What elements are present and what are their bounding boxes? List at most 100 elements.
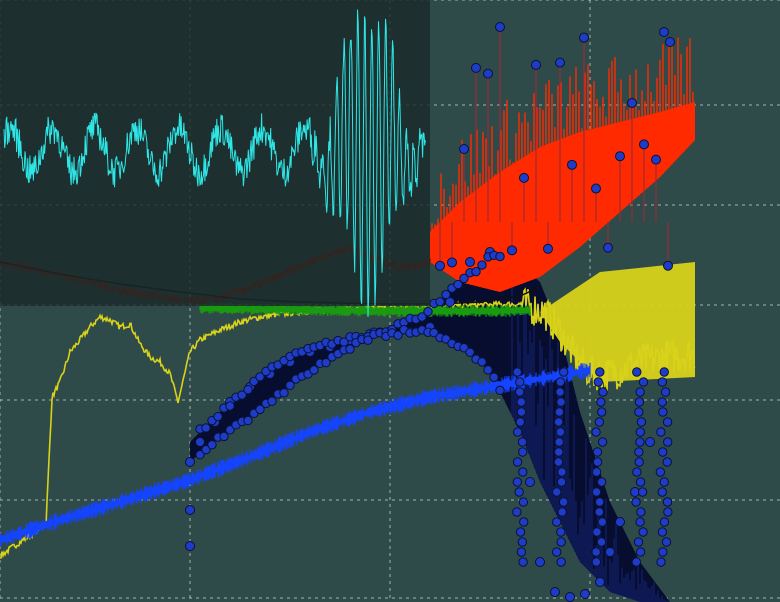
column-marker (658, 547, 668, 557)
scatter-marker-19 (535, 557, 545, 567)
column-marker (556, 537, 566, 547)
column-marker (555, 377, 566, 387)
stem-marker (579, 32, 589, 43)
column-marker (518, 557, 528, 567)
stem-marker (567, 159, 577, 170)
column-marker (656, 427, 666, 437)
column-marker (636, 507, 646, 517)
column-marker (596, 407, 607, 417)
scatter-marker-22 (580, 589, 590, 599)
column-marker (594, 497, 605, 507)
edge-marker-lower (207, 440, 217, 450)
edge-marker-upper (213, 411, 223, 422)
column-marker (556, 397, 566, 407)
stem-marker (603, 242, 613, 253)
edge-marker-lower (219, 431, 229, 442)
stem-marker (543, 243, 553, 254)
column-marker (635, 387, 645, 397)
column-marker (635, 547, 646, 557)
column-marker (557, 507, 567, 517)
column-marker (512, 457, 523, 467)
column-marker (512, 427, 523, 437)
column-marker (558, 497, 569, 507)
scatter-marker-28 (659, 27, 669, 37)
column-marker (519, 517, 529, 527)
chart-canvas (0, 0, 780, 602)
column-marker (514, 487, 524, 497)
column-marker (593, 377, 604, 387)
column-marker (597, 437, 608, 447)
column-marker (554, 407, 565, 417)
column-marker (512, 367, 522, 377)
scatter-marker-30 (185, 505, 195, 515)
column-marker (551, 517, 562, 527)
column-marker (635, 427, 646, 437)
column-marker (517, 437, 528, 447)
column-marker (556, 477, 567, 487)
stem-marker (555, 57, 565, 68)
stem-marker (435, 260, 445, 271)
stem-marker (459, 144, 469, 155)
column-marker (658, 447, 668, 457)
stem-marker (663, 260, 673, 271)
column-marker (515, 417, 525, 427)
column-marker (659, 517, 670, 527)
edge-marker-upper (435, 297, 445, 307)
edge-marker-upper (495, 251, 505, 262)
column-marker (592, 447, 603, 457)
scatter-marker-21 (565, 592, 575, 602)
stem-marker (591, 183, 601, 194)
stem-marker (627, 97, 637, 108)
column-marker (591, 427, 601, 437)
stem-marker (531, 59, 541, 70)
column-marker (598, 387, 608, 397)
column-marker (634, 457, 644, 467)
column-marker (591, 487, 602, 497)
edge-marker-lower (279, 388, 289, 398)
column-marker (591, 557, 602, 567)
edge-marker-lower (477, 357, 487, 367)
column-marker (592, 457, 603, 467)
scatter-marker-18 (525, 477, 535, 487)
column-marker (556, 557, 566, 567)
scatter-marker-24 (605, 547, 615, 557)
column-marker (632, 467, 642, 477)
column-marker (554, 447, 564, 457)
column-marker (591, 467, 602, 477)
column-marker (662, 457, 672, 467)
stem-marker (483, 68, 493, 79)
column-marker (635, 477, 646, 487)
column-marker (659, 477, 669, 487)
edge-marker-lower (309, 365, 319, 375)
column-marker (555, 427, 566, 437)
edge-marker-lower (483, 365, 493, 375)
column-marker (594, 417, 605, 427)
column-marker (515, 527, 526, 537)
edge-marker-lower (243, 415, 253, 426)
column-marker (516, 547, 527, 557)
column-marker (597, 517, 607, 527)
column-marker (557, 467, 567, 477)
edge-marker-lower (465, 347, 475, 357)
column-marker (633, 537, 644, 547)
column-marker (592, 527, 602, 537)
inset-chart (0, 0, 430, 317)
stem-marker (639, 139, 649, 150)
column-marker (638, 377, 649, 387)
column-marker (517, 537, 528, 547)
stem-marker (447, 257, 457, 268)
column-marker (553, 417, 564, 427)
stem-marker (471, 62, 481, 73)
edge-marker-lower (495, 385, 505, 396)
column-marker (657, 397, 667, 407)
scatter-marker-25 (615, 517, 625, 527)
edge-marker-lower (489, 372, 499, 382)
column-marker (554, 437, 564, 447)
column-marker (596, 477, 607, 487)
column-marker (512, 507, 522, 517)
column-marker (594, 507, 605, 517)
stem-marker (615, 151, 625, 162)
column-marker (631, 497, 641, 507)
stem-marker (651, 154, 661, 165)
column-marker (661, 537, 672, 547)
